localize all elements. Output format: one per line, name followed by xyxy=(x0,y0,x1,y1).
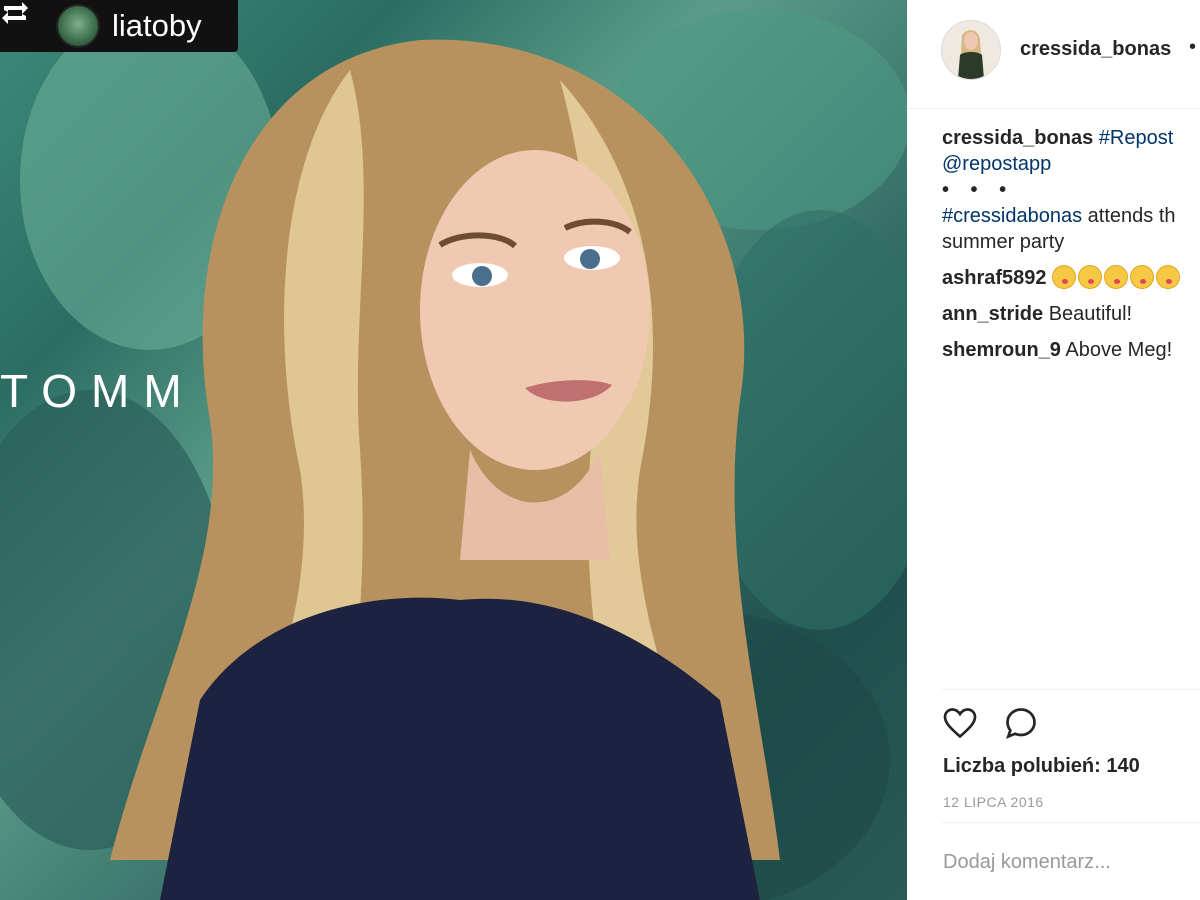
caption-text-continued: summer party xyxy=(942,231,1065,253)
repost-username: liatoby xyxy=(112,8,202,43)
comment-emojis xyxy=(1052,265,1182,289)
kiss-emoji-icon xyxy=(1104,265,1129,289)
comment-username[interactable]: ann_stride xyxy=(942,303,1043,325)
kiss-emoji-icon xyxy=(1078,265,1103,289)
add-comment-input[interactable]: Dodaj komentarz... xyxy=(943,851,1111,874)
caption-hashtag[interactable]: #cressidabonas xyxy=(942,205,1082,227)
comment-row: shemroun_9 Above Meg! xyxy=(942,337,1200,363)
comment-row: ashraf5892 xyxy=(942,265,1200,291)
avatar[interactable] xyxy=(941,20,1001,80)
divider xyxy=(942,822,1200,823)
heart-icon[interactable] xyxy=(942,705,978,746)
caption-mention[interactable]: @repostapp xyxy=(942,153,1051,175)
comment-username[interactable]: ashraf5892 xyxy=(942,267,1047,289)
caption-dots: • • • xyxy=(942,179,1015,201)
kiss-emoji-icon xyxy=(1156,265,1181,289)
comments-list: cressida_bonas #Repost @repostapp • • • … xyxy=(942,125,1200,363)
likes-count[interactable]: Liczba polubień: 140 xyxy=(943,755,1140,778)
caption-text: attends th xyxy=(1082,205,1176,227)
repost-banner: liatoby xyxy=(0,0,238,52)
kiss-emoji-icon xyxy=(1052,265,1077,289)
post-header: cressida_bonas • xyxy=(907,0,1200,109)
photo-illustration xyxy=(0,10,907,900)
repost-avatar xyxy=(56,4,100,48)
header-separator-dot: • xyxy=(1189,36,1197,58)
comment-username[interactable]: shemroun_9 xyxy=(942,339,1061,361)
post-photo: liatoby TOMM xyxy=(0,0,907,900)
repost-icon xyxy=(0,0,48,52)
post-date: 12 LIPCA 2016 xyxy=(943,794,1044,810)
comment-text: Above Meg! xyxy=(1065,339,1173,361)
caption-hashtag-repost[interactable]: #Repost xyxy=(1099,127,1174,149)
header-username[interactable]: cressida_bonas xyxy=(1020,38,1171,61)
divider xyxy=(942,689,1200,690)
post-sidebar: cressida_bonas • cressida_bonas #Repost … xyxy=(907,0,1200,900)
caption-username[interactable]: cressida_bonas xyxy=(942,127,1093,149)
comment-text: Beautiful! xyxy=(1048,303,1133,325)
comment-row: ann_stride Beautiful! xyxy=(942,301,1200,327)
kiss-emoji-icon xyxy=(1130,265,1155,289)
caption: cressida_bonas #Repost @repostapp • • • … xyxy=(942,125,1200,255)
comment-icon[interactable] xyxy=(1003,705,1039,746)
background-brand-text: TOMM xyxy=(0,365,196,417)
